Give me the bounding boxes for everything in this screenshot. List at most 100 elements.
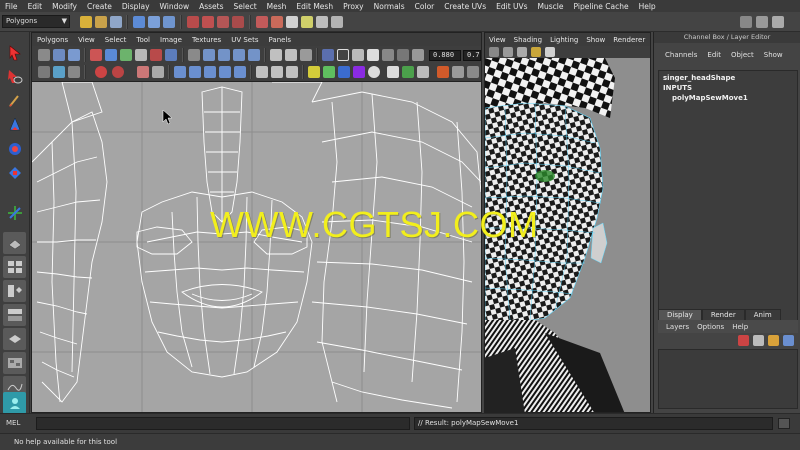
menu-create[interactable]: Create [82,2,117,11]
menu-assets[interactable]: Assets [194,2,228,11]
grid-toggle-icon[interactable] [367,49,379,61]
select-uv-shell-icon[interactable] [38,66,50,78]
convert-to-uvs-icon[interactable] [152,66,164,78]
channel-box-toggle-icon[interactable] [772,16,784,28]
uv-menu-textures[interactable]: Textures [187,36,226,44]
cb-menu-edit[interactable]: Edit [702,51,726,59]
smooth-uvs-icon[interactable] [286,66,298,78]
side-by-side-layout-icon[interactable] [3,280,26,302]
menu-window[interactable]: Window [155,2,195,11]
menu-modify[interactable]: Modify [47,2,82,11]
new-scene-icon[interactable] [80,16,92,28]
dim-image-icon[interactable] [352,49,364,61]
snap-grid-icon[interactable] [187,16,199,28]
menu-mesh[interactable]: Mesh [262,2,292,11]
layer-menu-options[interactable]: Options [693,323,728,331]
vp-menu-renderer[interactable]: Renderer [609,36,649,44]
map-uv-border-icon[interactable] [234,66,246,78]
tab-anim[interactable]: Anim [744,309,781,320]
manipulator-tool-icon[interactable] [3,202,26,224]
uv-menu-image[interactable]: Image [155,36,187,44]
grow-selection-icon[interactable] [137,66,149,78]
move-uv-shell-icon[interactable] [174,66,186,78]
paint-select-tool-icon[interactable] [3,90,26,112]
single-pane-layout-icon[interactable] [3,232,26,254]
layer-menu-help[interactable]: Help [728,323,752,331]
mel-command-input[interactable] [36,417,410,430]
image-range-icon[interactable] [308,66,320,78]
selected-node-name[interactable]: singer_headShape [663,73,793,83]
lights-icon[interactable] [545,47,555,57]
menu-create-uvs[interactable]: Create UVs [439,2,491,11]
uv-menu-uv-sets[interactable]: UV Sets [226,36,263,44]
cb-menu-show[interactable]: Show [759,51,788,59]
snap-plane-icon[interactable] [232,16,244,28]
mel-label[interactable]: MEL [6,419,20,427]
tab-display[interactable]: Display [658,309,702,320]
paint-texture-icon[interactable] [437,66,449,78]
vp-menu-lighting[interactable]: Lighting [546,36,582,44]
display-image-icon[interactable] [322,49,334,61]
copy-uvs-icon[interactable] [68,66,80,78]
normalize-uvs-icon[interactable] [204,66,216,78]
cb-menu-object[interactable]: Object [726,51,759,59]
uv-distortion-icon[interactable] [256,66,268,78]
ipr-render-icon[interactable] [301,16,313,28]
input-node-item[interactable]: polyMapSewMove1 [663,93,793,103]
alpha-channel-icon[interactable] [368,66,380,78]
rgb-channel-icon[interactable] [338,66,350,78]
construction-icon[interactable] [271,16,283,28]
menu-pipeline-cache[interactable]: Pipeline Cache [569,2,634,11]
menu-edit-uvs[interactable]: Edit UVs [491,2,532,11]
rgb-color-wheel-icon[interactable] [353,66,365,78]
uv-snapshot-icon[interactable] [53,66,65,78]
select-border-icon[interactable] [95,66,107,78]
uv-menu-tool[interactable]: Tool [131,36,155,44]
layout-uvs-icon[interactable] [189,66,201,78]
add-to-isolate-icon[interactable] [300,49,312,61]
display-rgb-icon[interactable] [402,66,414,78]
isolate-select-icon[interactable] [285,49,297,61]
flip-v-icon[interactable] [105,49,117,61]
open-scene-icon[interactable] [95,16,107,28]
move-layer-up-icon[interactable] [768,335,779,346]
menu-display[interactable]: Display [117,2,155,11]
smooth-shade-icon[interactable] [517,47,527,57]
shrink-selection-icon[interactable] [112,66,124,78]
save-scene-icon[interactable] [110,16,122,28]
uv-canvas[interactable] [32,82,481,412]
move-tool-icon[interactable] [3,114,26,136]
uv-menu-panels[interactable]: Panels [264,36,297,44]
history-icon[interactable] [256,16,268,28]
script-editor-icon[interactable] [778,418,790,429]
cut-uv-edges-icon[interactable] [150,49,162,61]
menu-edit[interactable]: Edit [23,2,48,11]
align-u-min-icon[interactable] [203,49,215,61]
uv-editor-trash-icon[interactable] [467,66,479,78]
four-pane-layout-icon[interactable] [3,256,26,278]
unfold-icon[interactable] [188,49,200,61]
texture-borders-icon[interactable] [412,49,424,61]
persp-graph-layout-icon[interactable] [3,304,26,326]
vp-menu-shading[interactable]: Shading [510,36,546,44]
align-u-max-icon[interactable] [218,49,230,61]
tool-settings-icon[interactable] [756,16,768,28]
checker-tiles-icon[interactable] [387,66,399,78]
select-tool-icon[interactable] [3,42,26,64]
new-layer-selected-icon[interactable] [753,335,764,346]
select-component-icon[interactable] [163,16,175,28]
uv-u-value-field[interactable]: 0.880 [429,50,461,61]
select-object-icon[interactable] [148,16,160,28]
align-v-min-icon[interactable] [233,49,245,61]
render-settings-icon[interactable] [316,16,328,28]
scale-tool-icon[interactable] [3,162,26,184]
custom-shelf-icon[interactable] [3,392,26,414]
layer-menu-layers[interactable]: Layers [662,323,693,331]
relax-uvs-icon[interactable] [271,66,283,78]
uv-smudge-icon[interactable] [68,49,80,61]
menu-normals[interactable]: Normals [369,2,410,11]
menu-file[interactable]: File [0,2,23,11]
menu-select[interactable]: Select [229,2,262,11]
straighten-uvs-icon[interactable] [219,66,231,78]
menu-muscle[interactable]: Muscle [533,2,569,11]
